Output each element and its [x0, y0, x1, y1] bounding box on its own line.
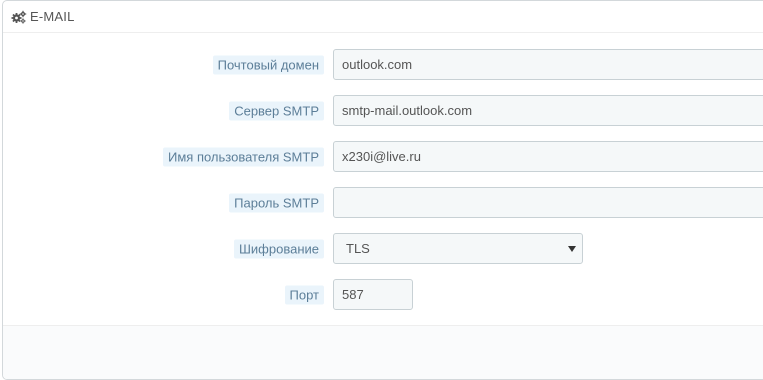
email-settings-panel: E-MAIL Почтовый домен Сервер SMTP Имя по…	[2, 0, 763, 380]
form-row-smtp-username: Имя пользователя SMTP	[3, 141, 763, 173]
smtp-username-label: Имя пользователя SMTP	[163, 147, 324, 167]
panel-heading: E-MAIL	[3, 1, 763, 33]
port-label: Порт	[284, 285, 324, 305]
smtp-password-label: Пароль SMTP	[229, 193, 324, 213]
form-row-encryption: Шифрование TLS	[3, 233, 763, 265]
panel-title: E-MAIL	[30, 9, 75, 24]
form-row-port: Порт	[3, 279, 763, 311]
encryption-label: Шифрование	[234, 239, 324, 259]
mail-domain-label: Почтовый домен	[212, 55, 324, 75]
gears-icon	[11, 10, 27, 24]
form-row-smtp-server: Сервер SMTP	[3, 95, 763, 127]
encryption-select[interactable]: TLS	[333, 233, 583, 264]
encryption-selected-value: TLS	[346, 241, 370, 256]
form-row-mail-domain: Почтовый домен	[3, 49, 763, 81]
smtp-username-input[interactable]	[333, 141, 763, 172]
smtp-server-input[interactable]	[333, 95, 763, 126]
mail-domain-input[interactable]	[333, 49, 763, 80]
smtp-server-label: Сервер SMTP	[229, 101, 324, 121]
port-input[interactable]	[333, 279, 413, 310]
panel-footer	[3, 325, 763, 379]
caret-down-icon	[568, 246, 576, 252]
smtp-password-input[interactable]	[333, 187, 763, 218]
form-row-smtp-password: Пароль SMTP	[3, 187, 763, 219]
